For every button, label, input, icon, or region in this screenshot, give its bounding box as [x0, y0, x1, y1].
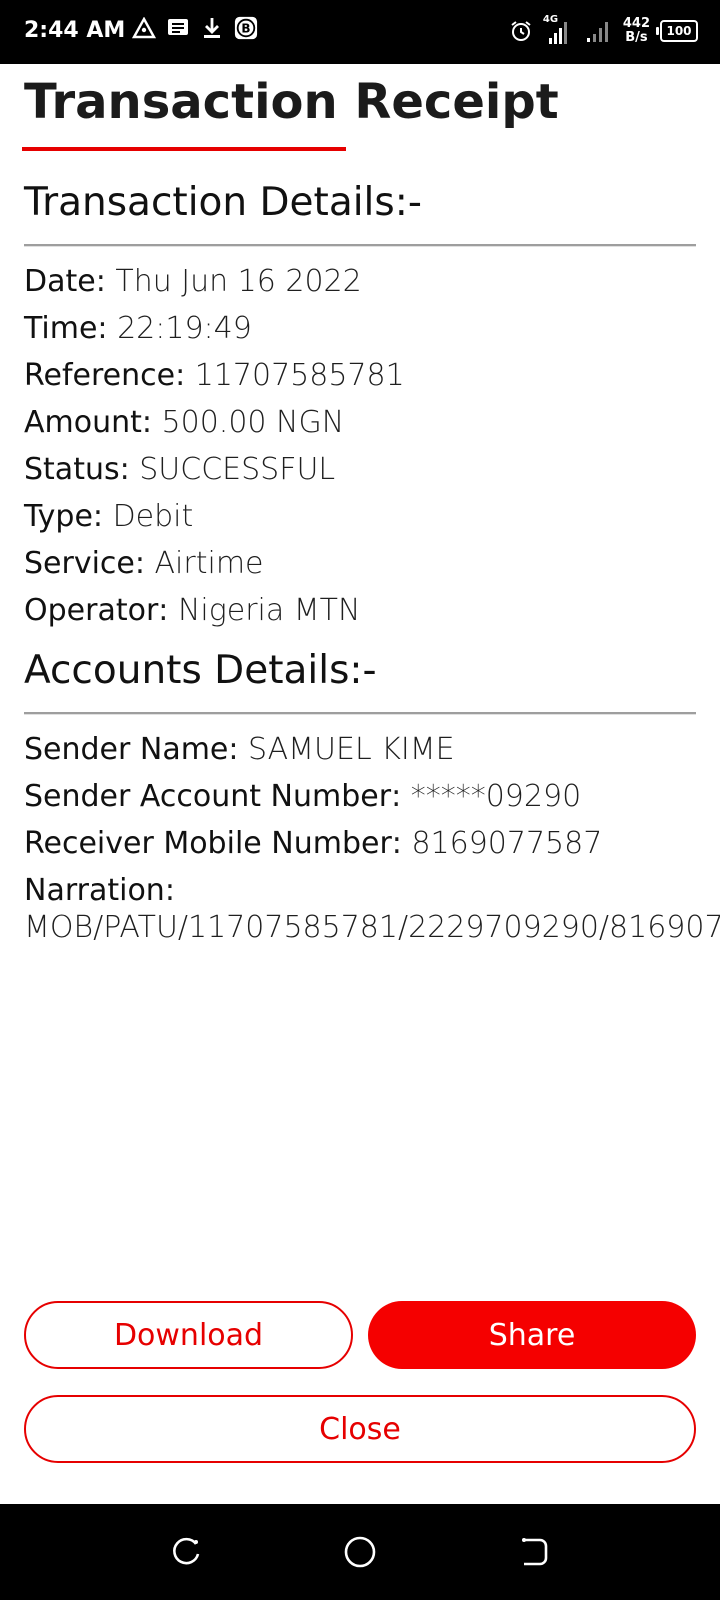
b-badge-icon: B: [234, 16, 258, 40]
row-label: Operator: [24, 593, 159, 628]
detail-row-sender-name: Sender Name: SAMUEL KIME: [24, 732, 455, 767]
message-icon: [166, 16, 190, 40]
signal-icon: 4G: [543, 14, 573, 46]
title-underline: [22, 147, 346, 151]
row-label: Reference: [24, 358, 176, 393]
row-value: 8169077587: [411, 826, 603, 861]
narration-value: MOB/PATU/11707585781/2229709290/816907: [24, 910, 720, 945]
svg-text:B: B: [241, 22, 250, 36]
row-value: SUCCESSFUL: [139, 452, 336, 487]
row-value: SAMUEL KIME: [248, 732, 455, 767]
row-value: *****09290: [410, 779, 582, 814]
detail-row-service: Service: Airtime: [24, 546, 264, 581]
row-value: Nigeria MTN: [177, 593, 361, 628]
close-button[interactable]: Close: [24, 1395, 696, 1463]
back-icon[interactable]: [516, 1534, 552, 1570]
divider: [24, 712, 696, 714]
page-title: Transaction Receipt: [24, 74, 559, 130]
detail-row-time: Time: 22:19:49: [24, 311, 252, 346]
detail-row-status: Status: SUCCESSFUL: [24, 452, 336, 487]
status-system-icons: 4G 442 B/s 100: [509, 14, 698, 48]
row-value: 22:19:49: [117, 311, 252, 346]
row-label: Sender Account Number: [24, 779, 392, 814]
net-speed: 442 B/s: [623, 17, 650, 45]
detail-row-amount: Amount: 500.00 NGN: [24, 405, 345, 440]
status-notification-icons: B: [132, 16, 258, 40]
accounts-details-heading: Accounts Details:-: [24, 648, 377, 693]
battery-level: 100: [666, 24, 692, 38]
detail-row-receiver-mobile: Receiver Mobile Number: 8169077587: [24, 826, 603, 861]
detail-row-date: Date: Thu Jun 16 2022: [24, 264, 362, 299]
detail-row-narration-label: Narration:: [24, 873, 175, 908]
row-value: Debit: [112, 499, 194, 534]
home-icon[interactable]: [342, 1534, 378, 1570]
detail-row-operator: Operator: Nigeria MTN: [24, 593, 361, 628]
row-value: 500.00 NGN: [161, 405, 345, 440]
divider: [24, 244, 696, 246]
net-speed-value: 442: [622, 16, 650, 31]
row-value: 11707585781: [194, 358, 405, 393]
row-label: Date: [24, 264, 96, 299]
row-label: Time: [24, 311, 98, 346]
alarm-icon: [509, 19, 533, 43]
row-label: Amount: [24, 405, 142, 440]
battery-icon: 100: [656, 20, 698, 42]
download-button[interactable]: Download: [24, 1301, 353, 1369]
row-label: Narration: [24, 873, 165, 908]
download-icon: [200, 16, 224, 40]
row-value: Airtime: [154, 546, 264, 581]
row-label: Service: [24, 546, 135, 581]
transaction-details-heading: Transaction Details:-: [24, 180, 422, 225]
row-label: Type: [24, 499, 93, 534]
system-nav-bar: [0, 1504, 720, 1600]
net-speed-unit: B/s: [625, 30, 648, 45]
status-time: 2:44 AM: [24, 18, 126, 43]
detail-row-sender-account: Sender Account Number: *****09290: [24, 779, 582, 814]
recents-icon[interactable]: [168, 1534, 204, 1570]
share-button[interactable]: Share: [368, 1301, 696, 1369]
triangle-alert-icon: [132, 16, 156, 40]
row-label: Receiver Mobile Number: [24, 826, 392, 861]
row-label: Sender Name: [24, 732, 229, 767]
row-value: Thu Jun 16 2022: [115, 264, 362, 299]
signal-icon: [583, 14, 613, 48]
detail-row-reference: Reference: 11707585781: [24, 358, 405, 393]
detail-row-type: Type: Debit: [24, 499, 194, 534]
row-label: Status: [24, 452, 120, 487]
status-bar: 2:44 AM B 4G 442 B/s 100: [0, 0, 720, 64]
